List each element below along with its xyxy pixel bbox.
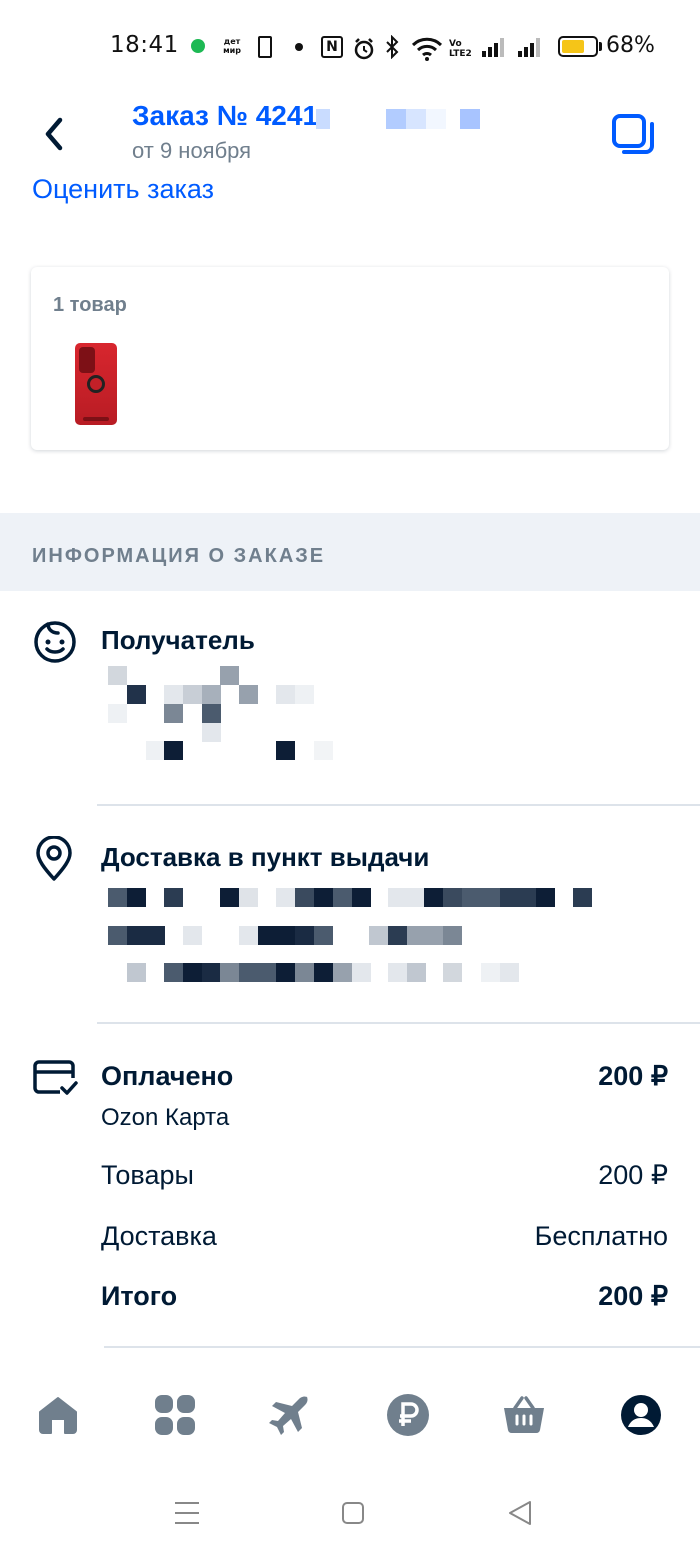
bottom-navigation: [0, 1360, 700, 1472]
nfc-icon: N: [321, 36, 343, 58]
product-thumbnail[interactable]: [75, 343, 117, 425]
wifi-icon: [411, 35, 443, 63]
copy-icon: [612, 114, 654, 154]
signal-2-icon: [518, 37, 540, 57]
alarm-icon: [352, 35, 376, 63]
page-title: Заказ № 4241: [132, 100, 319, 131]
divider: [97, 804, 700, 806]
paid-amount: 200 ₽: [598, 1061, 668, 1091]
battery-percent: 68%: [606, 33, 655, 58]
delivery-title: Доставка в пункт выдачи: [101, 842, 430, 872]
payment-method: Ozon Карта: [101, 1104, 230, 1131]
total-value: 200 ₽: [598, 1281, 668, 1311]
status-time: 18:41: [110, 32, 179, 58]
total-label: Итого: [101, 1281, 178, 1311]
home-square-icon[interactable]: [336, 1496, 370, 1530]
cart-icon[interactable]: [501, 1392, 547, 1438]
travel-icon[interactable]: [268, 1392, 314, 1438]
location-pin-icon: [34, 835, 80, 882]
menu-icon[interactable]: [170, 1496, 204, 1530]
back-button[interactable]: [30, 108, 78, 160]
sim-card-icon: [258, 36, 272, 58]
detmir-icon: дет мир: [223, 37, 241, 55]
order-date: от 9 ноября: [132, 138, 252, 163]
bluetooth-icon: [384, 33, 400, 61]
delivery-value: Бесплатно: [534, 1221, 668, 1251]
copy-button[interactable]: [608, 110, 660, 162]
divider: [97, 1022, 700, 1024]
volte-icon: Vo LTE2: [449, 39, 472, 59]
case-bottom-edge: [83, 417, 109, 421]
credit-card-check-icon: [32, 1058, 78, 1104]
goods-label: Товары: [101, 1160, 194, 1190]
chevron-left-icon: [45, 117, 63, 151]
back-triangle-icon[interactable]: [503, 1496, 537, 1530]
items-count: 1 товар: [53, 294, 127, 316]
section-title: ИНФОРМАЦИЯ О ЗАКАЗЕ: [32, 545, 326, 567]
order-items-card[interactable]: 1 товар: [31, 267, 669, 450]
home-icon[interactable]: [35, 1392, 81, 1438]
rate-order-link[interactable]: Оценить заказ: [32, 174, 214, 205]
battery-tip: [599, 42, 602, 51]
delivery-label: Доставка: [101, 1221, 217, 1251]
battery-fill: [562, 40, 584, 53]
payment-status: Оплачено: [101, 1061, 234, 1091]
profile-icon[interactable]: [618, 1392, 664, 1438]
status-bar: 18:41 дет мир N Vo LTE2 68%: [0, 0, 700, 92]
finance-icon[interactable]: [385, 1392, 431, 1438]
divider: [104, 1346, 700, 1348]
signal-1-icon: [482, 37, 504, 57]
notification-dot-icon: [295, 43, 303, 51]
goods-value: 200 ₽: [598, 1160, 668, 1190]
battery-icon: [558, 36, 598, 57]
spotify-icon: [191, 39, 205, 53]
case-camera-cutout: [79, 347, 95, 373]
smiley-face-icon: [32, 619, 78, 665]
redacted-order-number: [316, 109, 486, 129]
recipient-title: Получатель: [101, 625, 255, 655]
case-ring-holder: [87, 375, 105, 393]
catalog-icon[interactable]: [152, 1392, 198, 1438]
